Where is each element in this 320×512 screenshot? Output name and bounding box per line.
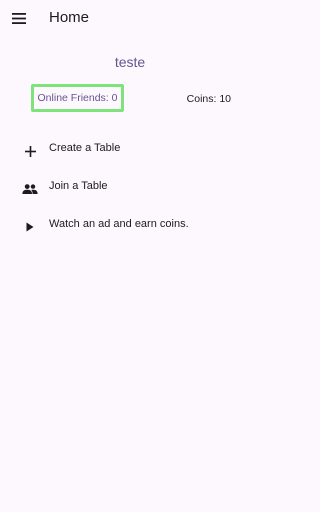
create-table-item[interactable]: Create a Table [0, 133, 260, 171]
plus-icon [20, 141, 40, 161]
username: teste [114, 54, 146, 70]
watch-ad-label: Watch an ad and earn coins. [49, 218, 189, 230]
people-icon [20, 179, 40, 199]
join-table-item[interactable]: Join a Table [0, 171, 260, 209]
join-table-label: Join a Table [49, 180, 108, 192]
watch-ad-item[interactable]: Watch an ad and earn coins. [0, 209, 260, 247]
hamburger-menu-icon [12, 12, 26, 24]
create-table-label: Create a Table [49, 142, 121, 154]
online-friends-button[interactable]: Online Friends: 0 [31, 84, 124, 112]
page-title: Home [49, 9, 90, 26]
menu-button[interactable] [8, 7, 30, 29]
menu-list: Create a Table Join a Table Watch an ad … [0, 133, 260, 247]
coins-count: Coins: 10 [186, 93, 231, 105]
app-bar: Home [0, 0, 260, 38]
play-icon [20, 217, 40, 237]
